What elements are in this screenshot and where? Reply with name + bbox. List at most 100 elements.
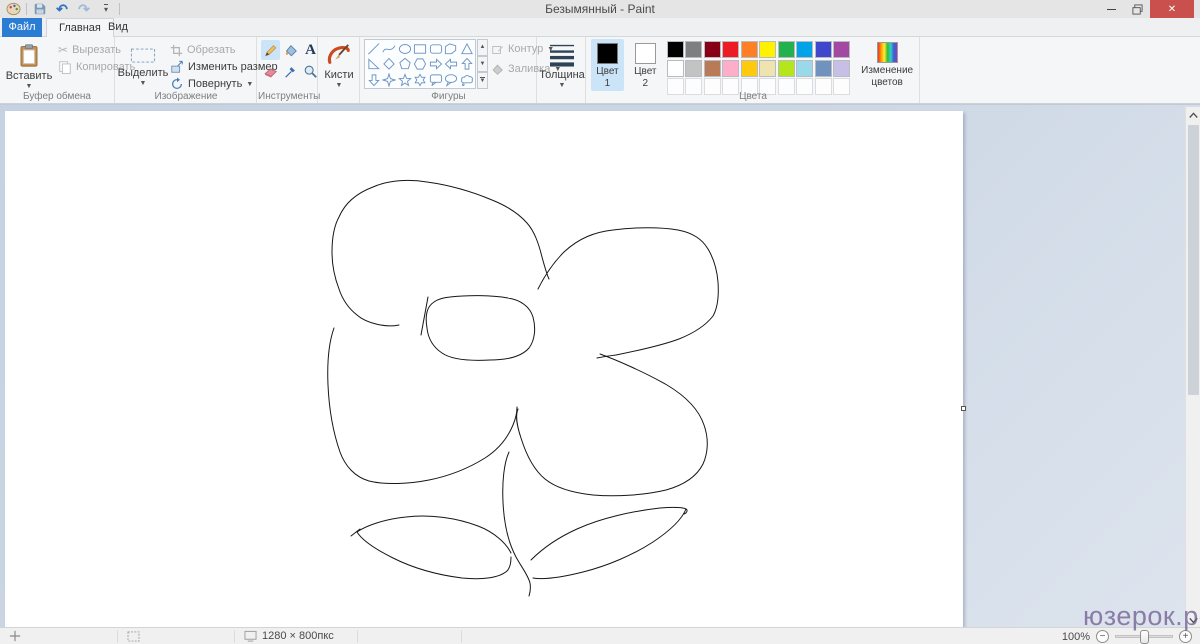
crop-label: Обрезать	[187, 44, 236, 56]
paste-button[interactable]: Вставить ▼	[6, 39, 52, 91]
color1-swatch	[597, 43, 618, 64]
shape-arrow-down-icon[interactable]	[366, 72, 381, 87]
palette-swatch[interactable]	[667, 60, 684, 77]
shape-diamond-icon[interactable]	[382, 57, 397, 72]
palette-swatch[interactable]	[685, 60, 702, 77]
shape-line-icon[interactable]	[366, 41, 381, 56]
palette-swatch[interactable]	[833, 60, 850, 77]
palette-swatch[interactable]	[741, 60, 758, 77]
zoom-level: 100%	[1062, 631, 1090, 643]
eyedropper-icon	[283, 64, 298, 79]
palette-swatch[interactable]	[759, 41, 776, 58]
title-bar: ↶ ↷ ▾ Безымянный - Paint ✕	[0, 0, 1200, 18]
edit-colors-button[interactable]: Изменение цветов	[855, 39, 919, 91]
group-size: Толщина ▼	[538, 37, 586, 103]
edit-colors-label: Изменение цветов	[855, 65, 919, 88]
paint-window: { "window": { "title": "Безымянный - Pai…	[0, 0, 1200, 644]
magnifier-tool-button[interactable]	[301, 61, 320, 81]
shape-callout-rounded-icon[interactable]	[428, 72, 443, 87]
palette-swatch[interactable]	[815, 60, 832, 77]
shape-arrow-right-icon[interactable]	[428, 57, 443, 72]
line-thickness-icon	[549, 43, 575, 67]
resize-icon	[170, 60, 184, 74]
palette-swatch[interactable]	[741, 41, 758, 58]
workspace	[0, 104, 1200, 627]
fill-option-icon	[491, 63, 504, 76]
rotate-label: Повернуть	[188, 78, 242, 90]
palette-swatch[interactable]	[833, 41, 850, 58]
tab-view[interactable]: Вид	[96, 18, 140, 37]
palette-swatch[interactable]	[796, 60, 813, 77]
palette-swatch[interactable]	[722, 41, 739, 58]
shape-callout-oval-icon[interactable]	[444, 72, 459, 87]
group-image: Выделить ▼ Обрезать Изменить размер Пове…	[116, 37, 257, 103]
shape-ellipse-icon[interactable]	[397, 41, 412, 56]
shapes-scroll-up-button[interactable]: ▲	[477, 39, 488, 56]
shape-star-5-icon[interactable]	[397, 72, 412, 87]
outline-icon	[491, 43, 504, 56]
shape-hexagon-icon[interactable]	[413, 57, 428, 72]
shape-rectangle-icon[interactable]	[413, 41, 428, 56]
drawing-canvas[interactable]	[5, 111, 963, 628]
palette-swatch[interactable]	[704, 60, 721, 77]
shapes-more-button[interactable]: ▼	[477, 72, 488, 89]
shape-arrow-left-icon[interactable]	[444, 57, 459, 72]
tab-file[interactable]: Файл	[2, 18, 42, 37]
group-label-colors: Цвета	[587, 91, 919, 102]
pencil-tool-button[interactable]	[261, 40, 280, 60]
shape-star-4-icon[interactable]	[382, 72, 397, 87]
ribbon-tabs: Файл Главная Вид	[0, 18, 1200, 37]
palette-swatch[interactable]	[722, 60, 739, 77]
rotate-icon	[170, 77, 184, 91]
palette-swatch[interactable]	[759, 60, 776, 77]
shape-pentagon-icon[interactable]	[397, 57, 412, 72]
color1-button[interactable]: Цвет1	[591, 39, 624, 91]
canvas-size-value: 1280 × 800пкс	[262, 630, 334, 642]
restore-button[interactable]	[1124, 0, 1150, 18]
palette-swatch[interactable]	[815, 41, 832, 58]
color-picker-tool-button[interactable]	[281, 61, 300, 81]
palette-swatch[interactable]	[778, 41, 795, 58]
minimize-button[interactable]	[1098, 0, 1124, 18]
cut-label: Вырезать	[72, 44, 121, 56]
vertical-scrollbar[interactable]	[1185, 107, 1200, 628]
group-brushes: Кисти ▼	[319, 37, 360, 103]
close-button[interactable]: ✕	[1150, 0, 1194, 18]
size-button[interactable]: Толщина ▼	[541, 39, 583, 91]
palette-swatch[interactable]	[778, 60, 795, 77]
shapes-scroll-down-button[interactable]: ▼	[477, 56, 488, 73]
triangle-up-icon: ▲	[480, 44, 486, 50]
shape-star-6-icon[interactable]	[413, 72, 428, 87]
zoom-slider[interactable]	[1115, 635, 1173, 638]
shape-rounded-rectangle-icon[interactable]	[428, 41, 443, 56]
canvas-resize-handle[interactable]	[961, 406, 966, 411]
text-tool-button[interactable]: A	[301, 40, 320, 60]
shape-arrow-up-icon[interactable]	[459, 57, 474, 72]
left-leaf-top	[357, 516, 511, 553]
select-icon	[130, 47, 156, 65]
color2-button[interactable]: Цвет2	[629, 39, 662, 91]
fill-tool-button[interactable]	[281, 40, 300, 60]
scrollbar-thumb[interactable]	[1188, 125, 1199, 395]
select-button[interactable]: Выделить ▼	[124, 39, 162, 91]
shape-polygon-icon[interactable]	[444, 41, 459, 56]
scroll-up-button[interactable]	[1186, 107, 1200, 123]
palette-swatch[interactable]	[704, 41, 721, 58]
shape-right-triangle-icon[interactable]	[366, 57, 381, 72]
palette-swatch[interactable]	[667, 41, 684, 58]
shape-callout-cloud-icon[interactable]	[459, 72, 474, 87]
brush-icon	[326, 43, 352, 67]
palette-swatch[interactable]	[796, 41, 813, 58]
magnifier-icon	[303, 64, 318, 79]
cursor-position-icon	[9, 630, 21, 642]
brushes-button[interactable]: Кисти ▼	[321, 39, 357, 91]
flower-center	[426, 296, 534, 361]
shape-curve-icon[interactable]	[382, 41, 397, 56]
zoom-slider-thumb[interactable]	[1140, 630, 1149, 644]
chevron-down-icon: ▼	[26, 83, 33, 90]
palette-swatch[interactable]	[685, 41, 702, 58]
petal-bottom-left	[328, 328, 517, 484]
shape-triangle-icon[interactable]	[459, 41, 474, 56]
petal-top-right	[538, 228, 718, 358]
eraser-tool-button[interactable]	[261, 61, 280, 81]
